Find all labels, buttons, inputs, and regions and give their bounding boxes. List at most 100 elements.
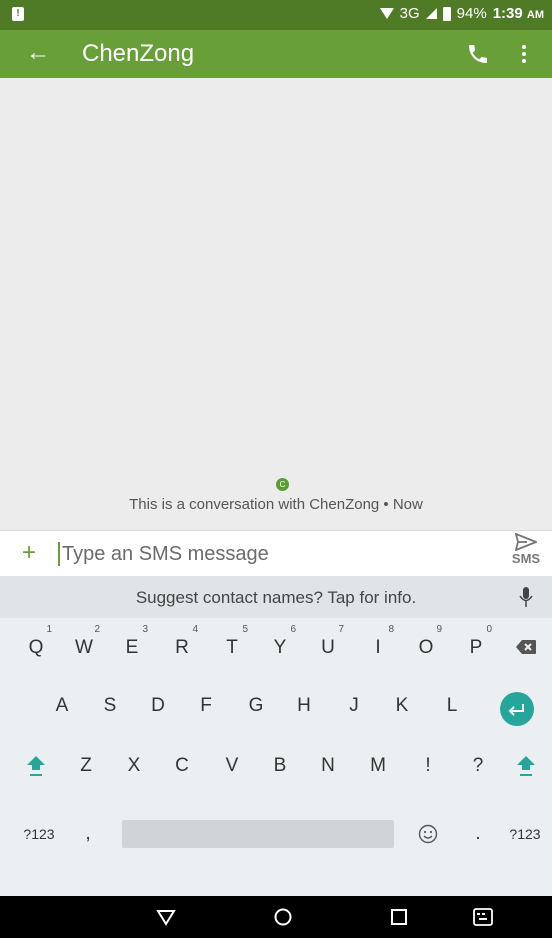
- key-q[interactable]: 1Q: [14, 618, 58, 674]
- key-x[interactable]: X: [112, 736, 156, 792]
- key-label: O: [418, 637, 434, 658]
- key-d[interactable]: D: [136, 676, 180, 732]
- keyboard-row-4: ?123 , . ?123: [0, 804, 552, 860]
- recents-square-icon[interactable]: [388, 906, 410, 928]
- comma-key[interactable]: ,: [66, 804, 110, 860]
- space-bar[interactable]: [122, 820, 394, 848]
- key-s[interactable]: S: [88, 676, 132, 732]
- key-z[interactable]: Z: [64, 736, 108, 792]
- conversation-area: C This is a conversation with ChenZong •…: [0, 78, 552, 530]
- enter-icon: [500, 692, 534, 726]
- emoji-key[interactable]: [406, 804, 450, 860]
- key-hint: 2: [94, 624, 100, 635]
- key-label: U: [321, 637, 335, 658]
- status-bar: ! 3G 94% 1:39 AM: [0, 0, 552, 30]
- key-e[interactable]: 3E: [110, 618, 154, 674]
- signal-icon: [425, 8, 437, 19]
- shift-right-key[interactable]: [504, 736, 548, 792]
- key-label: R: [175, 637, 189, 658]
- backspace-key[interactable]: [506, 618, 546, 674]
- send-button[interactable]: SMS: [506, 533, 546, 575]
- key-f[interactable]: F: [184, 676, 228, 732]
- key-h[interactable]: H: [282, 676, 326, 732]
- key-label: W: [75, 637, 93, 658]
- key-hint: 8: [388, 624, 394, 635]
- key-hint: 3: [142, 624, 148, 635]
- suggestion-text[interactable]: Suggest contact names? Tap for info.: [0, 588, 552, 608]
- emoji-icon: [418, 824, 438, 844]
- key-o[interactable]: 9O: [404, 618, 448, 674]
- key-a[interactable]: A: [40, 676, 84, 732]
- clock: 1:39 AM: [493, 5, 544, 22]
- keyboard-row-1: 1Q 2W 3E 4R 5T 6Y 7U 8I 9O 0P: [0, 618, 552, 674]
- key-k[interactable]: K: [380, 676, 424, 732]
- key-label: T: [226, 637, 238, 658]
- attach-plus-icon[interactable]: +: [22, 539, 36, 567]
- text-cursor: [58, 542, 60, 566]
- conversation-title: ChenZong: [82, 40, 195, 67]
- key-label: Q: [28, 637, 44, 658]
- key-question[interactable]: ?: [456, 736, 500, 792]
- home-circle-icon[interactable]: [272, 906, 294, 928]
- notification-icon: !: [12, 7, 24, 21]
- key-i[interactable]: 8I: [356, 618, 400, 674]
- compose-bar: + SMS: [0, 530, 552, 576]
- key-n[interactable]: N: [306, 736, 350, 792]
- keyboard-row-2: A S D F G H J K L: [0, 676, 552, 732]
- contact-avatar: C: [276, 478, 289, 491]
- keyboard-switch-icon[interactable]: [472, 906, 494, 928]
- key-hint: 9: [436, 624, 442, 635]
- navigation-bar: [0, 896, 552, 938]
- key-exclamation[interactable]: !: [406, 736, 450, 792]
- key-hint: 0: [486, 624, 492, 635]
- key-hint: 1: [46, 624, 52, 635]
- key-label: P: [469, 637, 483, 658]
- keyboard: Suggest contact names? Tap for info. 1Q …: [0, 576, 552, 896]
- key-c[interactable]: C: [160, 736, 204, 792]
- phone-icon[interactable]: [466, 42, 490, 66]
- key-p[interactable]: 0P: [454, 618, 498, 674]
- key-w[interactable]: 2W: [62, 618, 106, 674]
- key-m[interactable]: M: [356, 736, 400, 792]
- key-hint: 6: [290, 624, 296, 635]
- key-label: E: [125, 637, 139, 658]
- battery-percent: 94%: [456, 5, 487, 22]
- send-type-label: SMS: [511, 551, 541, 566]
- shift-left-key[interactable]: [14, 736, 58, 792]
- backspace-icon: [516, 640, 536, 654]
- key-l[interactable]: L: [430, 676, 474, 732]
- period-key[interactable]: .: [456, 804, 500, 860]
- clock-time: 1:39: [492, 5, 523, 22]
- key-r[interactable]: 4R: [160, 618, 204, 674]
- symbols-key[interactable]: ?123: [12, 804, 66, 860]
- key-j[interactable]: J: [332, 676, 376, 732]
- keyboard-row-3: Z X C V B N M ! ?: [0, 736, 552, 792]
- key-hint: 7: [338, 624, 344, 635]
- shift-icon: [27, 756, 45, 776]
- microphone-icon[interactable]: [518, 586, 534, 608]
- network-type: 3G: [399, 5, 420, 22]
- key-label: I: [375, 637, 381, 658]
- back-triangle-icon[interactable]: [155, 906, 177, 928]
- key-label: Y: [273, 637, 287, 658]
- key-t[interactable]: 5T: [210, 618, 254, 674]
- battery-icon: [442, 6, 451, 21]
- key-v[interactable]: V: [210, 736, 254, 792]
- app-bar: ← ChenZong: [0, 30, 552, 78]
- conversation-info: This is a conversation with ChenZong • N…: [129, 496, 423, 513]
- wifi-icon: [379, 8, 394, 19]
- enter-key[interactable]: [492, 676, 542, 732]
- key-g[interactable]: G: [234, 676, 278, 732]
- key-y[interactable]: 6Y: [258, 618, 302, 674]
- message-input[interactable]: [62, 539, 482, 569]
- key-hint: 4: [192, 624, 198, 635]
- back-arrow-icon[interactable]: ←: [26, 39, 50, 67]
- symbols-right-key[interactable]: ?123: [500, 804, 550, 860]
- shift-icon: [517, 756, 535, 776]
- send-icon: [515, 533, 537, 551]
- suggestion-strip: Suggest contact names? Tap for info.: [0, 576, 552, 618]
- key-u[interactable]: 7U: [306, 618, 350, 674]
- key-b[interactable]: B: [258, 736, 302, 792]
- key-hint: 5: [242, 624, 248, 635]
- more-options-icon[interactable]: [512, 42, 536, 66]
